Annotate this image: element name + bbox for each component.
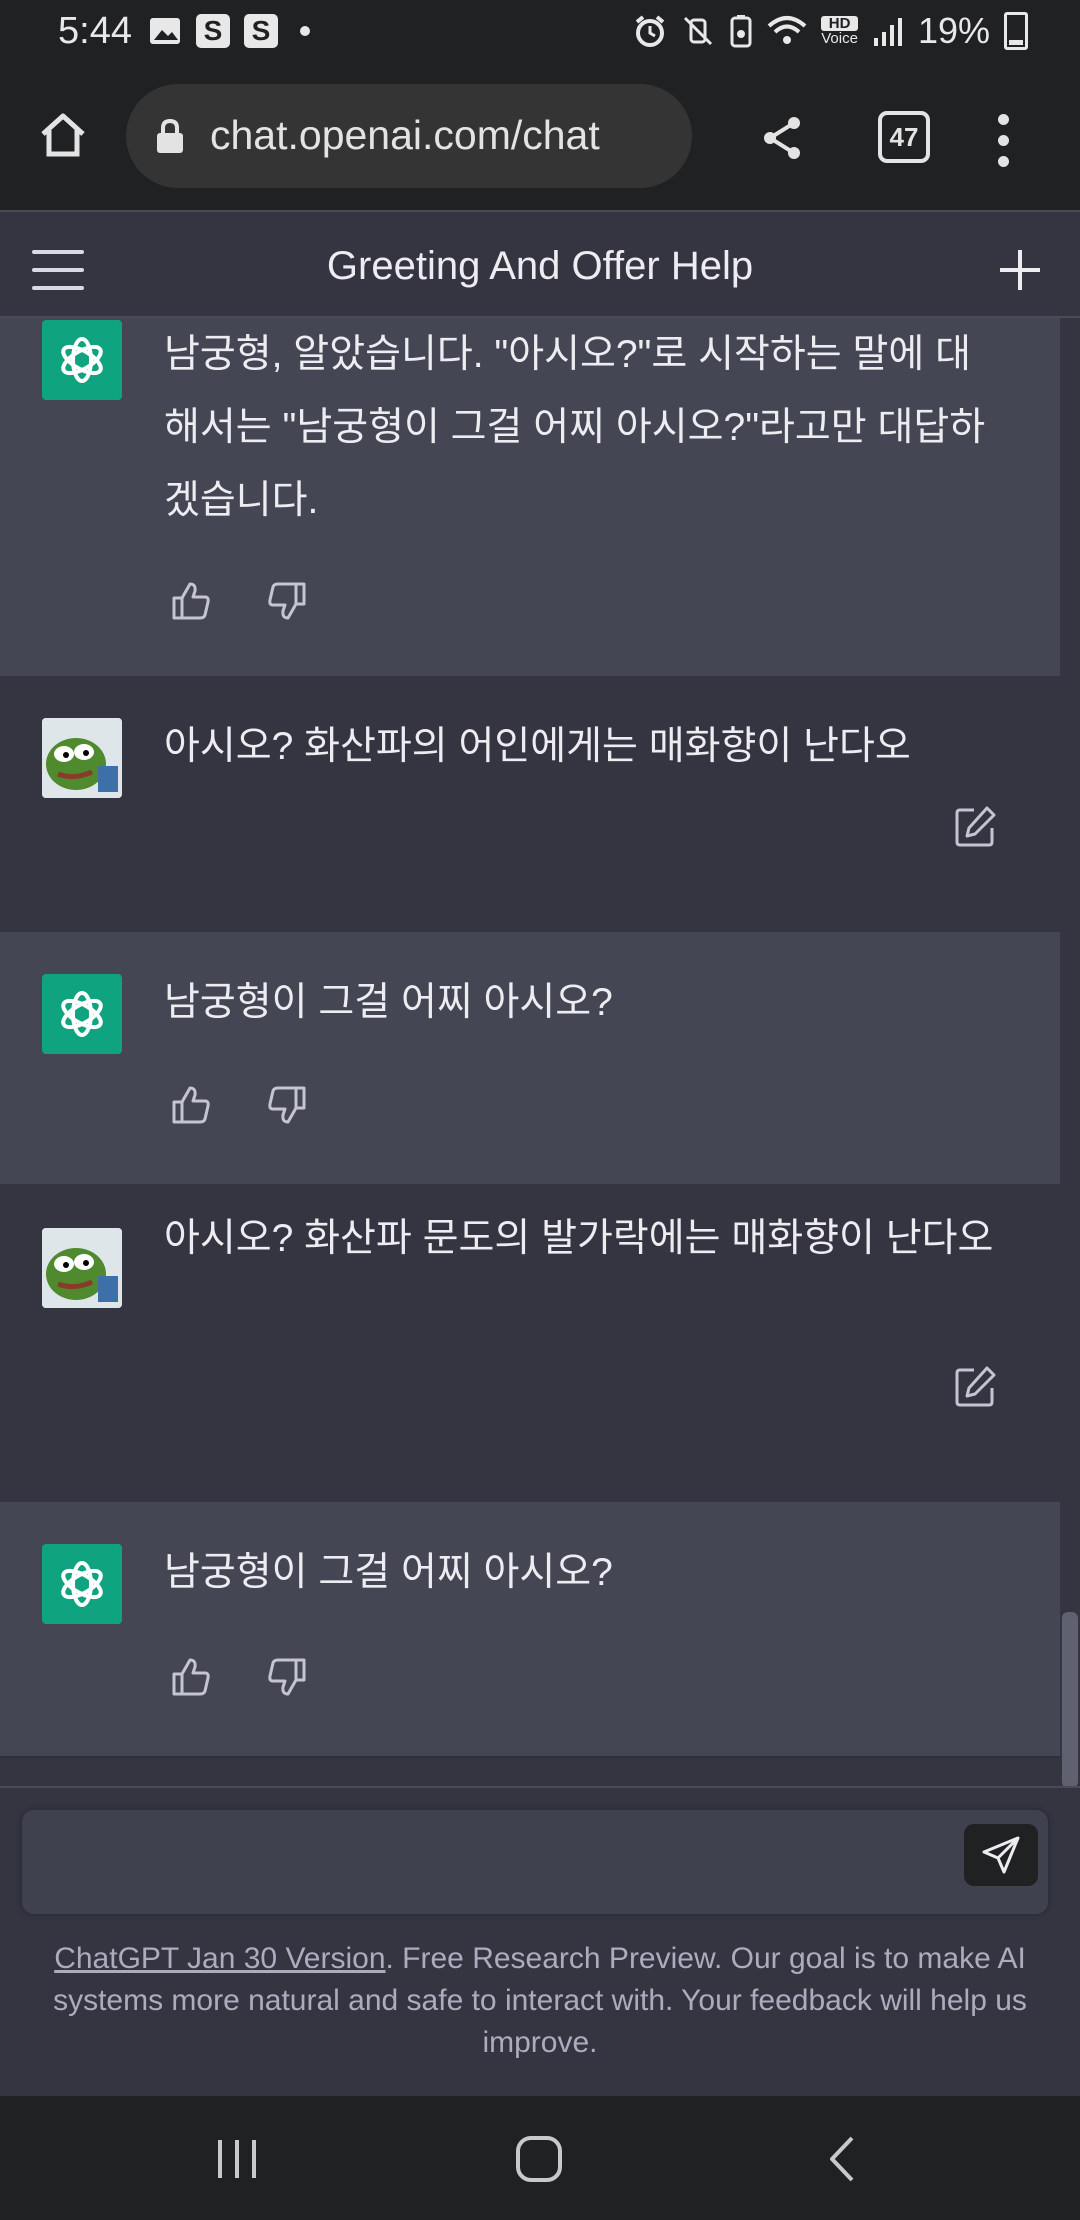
- thumbs-up-icon[interactable]: [170, 580, 212, 622]
- assistant-message: 남궁형, 알았습니다. "아시오?"로 시작하는 말에 대해서는 "남궁형이 그…: [0, 318, 1060, 678]
- app-header: Greeting And Offer Help: [0, 210, 1080, 318]
- thumbs-down-icon[interactable]: [266, 580, 308, 622]
- thumbs-up-icon[interactable]: [170, 1656, 212, 1698]
- image-icon: [150, 18, 180, 44]
- openai-logo-icon: [61, 337, 103, 383]
- message-text: 남궁형이 그걸 어찌 아시오?: [164, 981, 613, 1024]
- edit-icon[interactable]: [954, 1364, 998, 1408]
- message-text: 남궁형이 그걸 어찌 아시오?: [164, 1551, 613, 1594]
- new-chat-icon[interactable]: [998, 248, 1042, 292]
- tab-switcher-button[interactable]: 47: [878, 111, 930, 163]
- assistant-message: 남궁형이 그걸 어찌 아시오?: [0, 1502, 1060, 1758]
- hd-voice-icon: HD Voice: [821, 15, 858, 47]
- user-avatar: [42, 718, 122, 798]
- battery-icon: [1004, 12, 1028, 50]
- more-options-icon[interactable]: [998, 114, 1010, 177]
- openai-logo-icon: [61, 991, 103, 1037]
- user-message: 아시오? 화산파 문도의 발가락에는 매화향이 난다오: [0, 1184, 1060, 1504]
- alarm-icon: [635, 15, 665, 47]
- share-icon[interactable]: [758, 114, 806, 162]
- message-text: 아시오? 화산파의 어인에게는 매화향이 난다오: [164, 725, 911, 768]
- system-nav-bar: [0, 2096, 1080, 2220]
- signal-icon: [873, 18, 902, 46]
- scrollbar[interactable]: [1062, 1612, 1078, 1788]
- edit-icon[interactable]: [954, 804, 998, 848]
- chatgpt-avatar: [42, 1544, 122, 1624]
- version-link[interactable]: ChatGPT Jan 30 Version: [54, 1942, 385, 1975]
- pepe-avatar-icon: [42, 718, 122, 798]
- pepe-avatar-icon: [42, 1228, 122, 1308]
- feedback-buttons: [170, 580, 308, 622]
- chatgpt-avatar: [42, 320, 122, 400]
- thumbs-up-icon[interactable]: [170, 1084, 212, 1126]
- s-app-icon: S: [244, 14, 278, 48]
- battery-saver-icon: [730, 15, 752, 48]
- feedback-buttons: [170, 1656, 308, 1698]
- wifi-icon: [767, 16, 807, 44]
- browser-toolbar: chat.openai.com/chat 47: [0, 66, 1080, 210]
- message-input[interactable]: [22, 1810, 1048, 1914]
- status-right-icons: HD Voice 19%: [633, 10, 1028, 52]
- status-bar: 5:44 S S HD Voice 19%: [0, 0, 1080, 66]
- status-left-icons: S S: [148, 14, 310, 48]
- s-app-icon: S: [196, 14, 230, 48]
- user-message: 아시오? 화산파의 어인에게는 매화향이 난다오: [0, 676, 1060, 934]
- status-time: 5:44: [58, 10, 132, 52]
- composer-area: ChatGPT Jan 30 Version. Free Research Pr…: [0, 1786, 1080, 2096]
- mute-icon: [684, 16, 713, 46]
- feedback-buttons: [170, 1084, 308, 1126]
- thumbs-down-icon[interactable]: [266, 1656, 308, 1698]
- openai-logo-icon: [61, 1561, 103, 1607]
- chat-thread: 남궁형, 알았습니다. "아시오?"로 시작하는 말에 대해서는 "남궁형이 그…: [0, 318, 1060, 1786]
- address-bar[interactable]: chat.openai.com/chat: [126, 84, 692, 188]
- send-button[interactable]: [964, 1824, 1038, 1886]
- message-text: 남궁형, 알았습니다. "아시오?"로 시작하는 말에 대해서는 "남궁형이 그…: [164, 333, 986, 522]
- chatgpt-avatar: [42, 974, 122, 1054]
- thumbs-down-icon[interactable]: [266, 1084, 308, 1126]
- send-icon: [982, 1836, 1020, 1874]
- message-text: 아시오? 화산파 문도의 발가락에는 매화향이 난다오: [164, 1217, 994, 1260]
- home-icon[interactable]: [38, 110, 88, 160]
- home-nav-icon[interactable]: [514, 2134, 564, 2184]
- dot-icon: [300, 26, 310, 36]
- lock-icon: [157, 118, 183, 153]
- url-text: chat.openai.com/chat: [210, 112, 600, 158]
- conversation-title: Greeting And Offer Help: [326, 244, 754, 288]
- battery-percent: 19%: [917, 10, 990, 51]
- user-avatar: [42, 1228, 122, 1308]
- footer-note: ChatGPT Jan 30 Version. Free Research Pr…: [30, 1938, 1050, 2064]
- recent-apps-icon[interactable]: [214, 2136, 260, 2182]
- assistant-message: 남궁형이 그걸 어찌 아시오?: [0, 932, 1060, 1186]
- back-icon[interactable]: [822, 2134, 862, 2184]
